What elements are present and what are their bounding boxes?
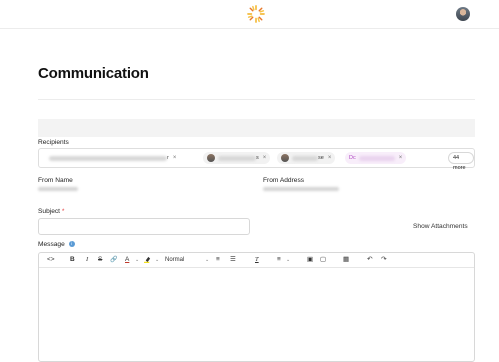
more-recipients-badge[interactable]: 44 more [448,152,474,171]
chip-label: r [167,155,169,161]
sunburst-logo-icon[interactable] [247,5,265,23]
recipients-label: Recipients [38,139,69,146]
info-banner [38,119,475,137]
align-icon[interactable]: ≡ [277,256,281,264]
bullet-list-icon[interactable]: ☰ [230,256,236,264]
recipient-chip[interactable]: s × [203,152,271,164]
user-avatar[interactable] [456,7,470,21]
recipient-chip[interactable]: se × [277,152,336,164]
chevron-down-icon[interactable]: ⌄ [135,256,139,264]
subject-input[interactable] [38,218,250,235]
chevron-down-icon[interactable]: ⌄ [205,256,209,264]
from-name-label: From Name [38,177,73,184]
from-address-label: From Address [263,177,305,184]
remove-chip-icon[interactable]: × [263,155,267,161]
recipient-chip[interactable]: r × [45,152,180,164]
message-label-text: Message [38,241,65,248]
table-icon[interactable]: ▦ [343,256,349,264]
from-name-value [38,187,78,191]
image-icon[interactable]: ▣ [307,256,313,264]
from-address-value [263,187,339,191]
text-color-button[interactable]: A [125,256,129,264]
message-editor[interactable]: <> B I S 🔗 A ⌄ ⌄ Normal ⌄ ≡ ☰ T ≡ ⌄ ▣ ▢ … [38,252,475,362]
chip-label: Dc [349,155,356,161]
strikethrough-button[interactable]: S [98,256,102,264]
highlighter-icon[interactable] [144,256,151,263]
chevron-down-icon[interactable]: ⌄ [286,256,290,264]
clear-format-icon[interactable]: T [255,256,259,264]
chip-label: s [256,155,259,161]
subject-label-text: Subject [38,208,60,215]
page-title: Communication [38,65,149,82]
redo-icon[interactable]: ↷ [381,256,386,264]
italic-button[interactable]: I [86,256,88,264]
bold-button[interactable]: B [70,256,75,264]
code-icon[interactable]: <> [47,256,55,264]
remove-chip-icon[interactable]: × [328,155,332,161]
ordered-list-icon[interactable]: ≡ [216,256,220,264]
message-label: Message i [38,241,75,248]
chip-label: se [318,155,324,161]
editor-toolbar: <> B I S 🔗 A ⌄ ⌄ Normal ⌄ ≡ ☰ T ≡ ⌄ ▣ ▢ … [39,253,474,268]
recipient-chip[interactable]: Dc × [345,152,407,164]
show-attachments-button[interactable]: Show Attachments [413,223,468,230]
avatar [281,154,289,162]
recipients-field[interactable]: r × s × se × Dc × 44 more [38,148,475,171]
required-mark: * [61,208,65,215]
divider [38,99,475,100]
link-icon[interactable]: 🔗 [110,256,117,264]
subject-label: Subject * [38,208,64,215]
text-style-select[interactable]: Normal [165,256,184,264]
info-icon[interactable]: i [68,241,75,248]
file-icon[interactable]: ▢ [320,256,326,264]
remove-chip-icon[interactable]: × [173,155,177,161]
remove-chip-icon[interactable]: × [399,155,403,161]
top-bar [0,0,499,29]
undo-icon[interactable]: ↶ [367,256,372,264]
chevron-down-icon[interactable]: ⌄ [155,256,159,264]
avatar [207,154,215,162]
